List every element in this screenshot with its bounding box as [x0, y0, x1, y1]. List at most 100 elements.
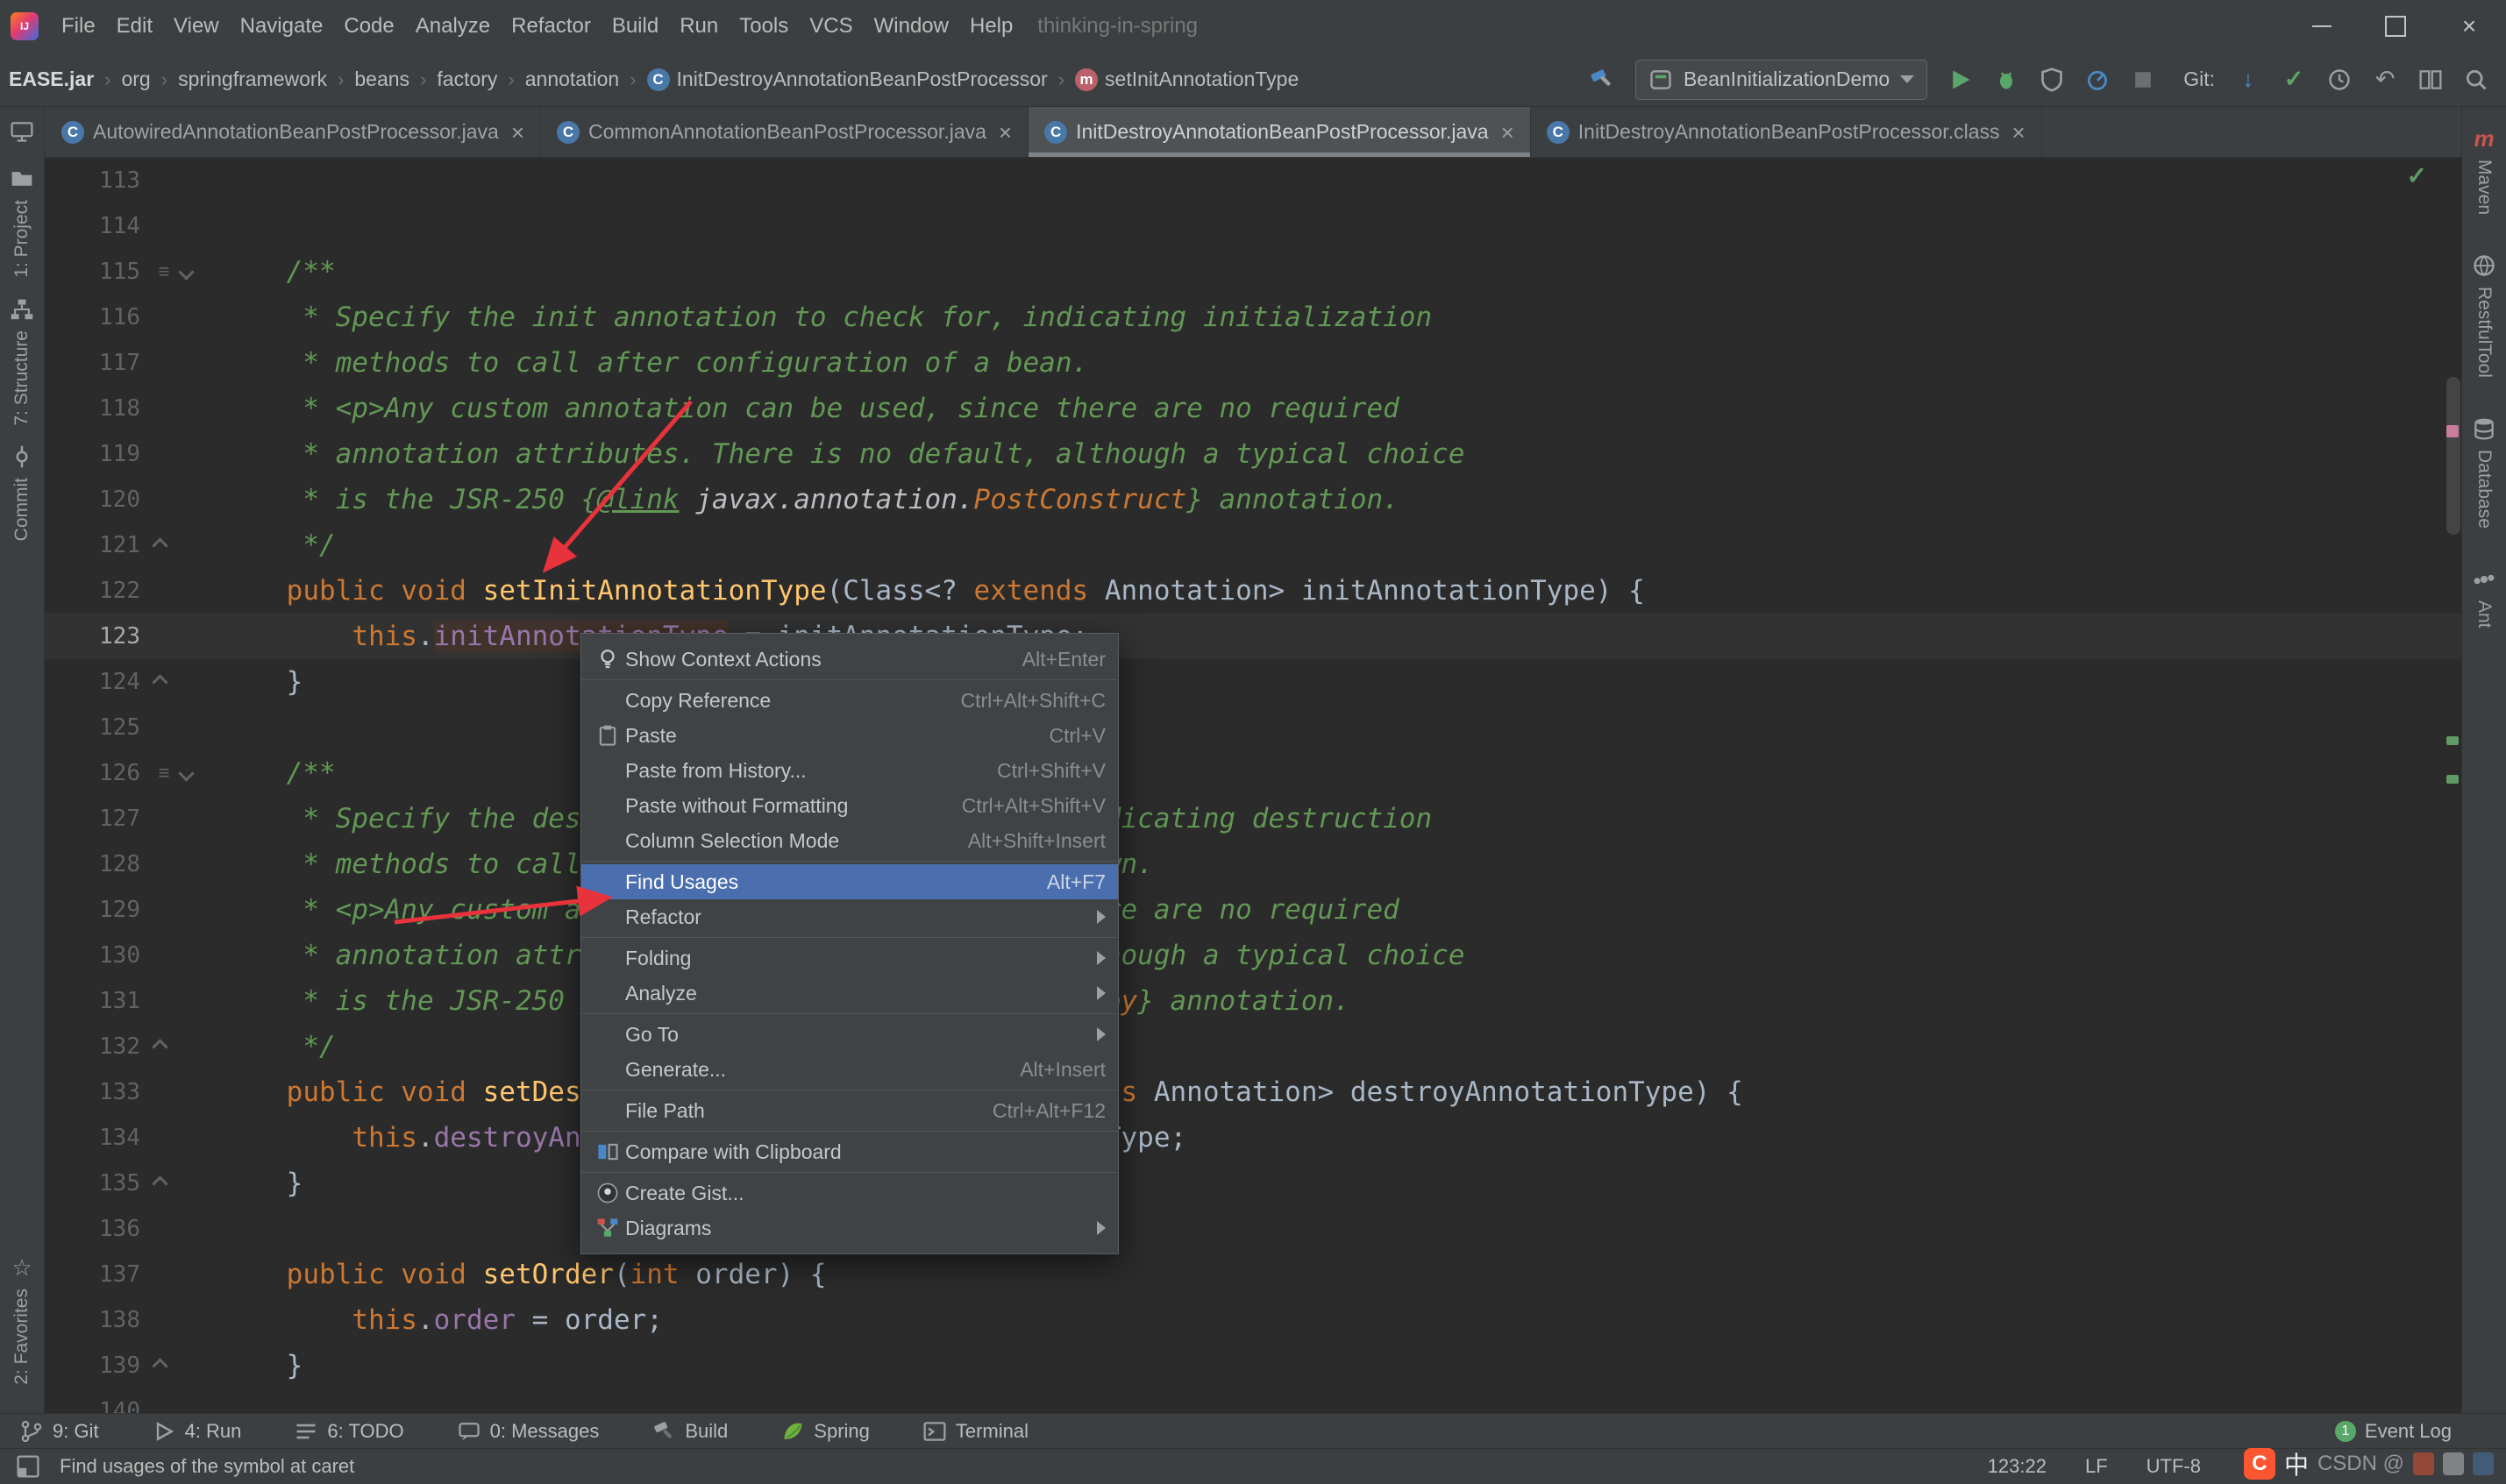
coverage-button[interactable]: [2040, 67, 2064, 92]
code-line[interactable]: 123 this.initAnnotationType = initAnnota…: [44, 614, 2462, 659]
gutter[interactable]: [144, 1360, 221, 1372]
close-tab-icon[interactable]: ×: [1501, 121, 1514, 144]
tool-stripe-commit[interactable]: Commit: [10, 444, 34, 541]
breadcrumb-item[interactable]: org: [119, 64, 152, 95]
code-line[interactable]: 125: [44, 705, 2462, 750]
breadcrumb-item[interactable]: CInitDestroyAnnotationBeanPostProcessor: [645, 64, 1050, 95]
tool-stripe-database[interactable]: Database: [2472, 416, 2496, 529]
scrollbar-thumb[interactable]: [2446, 377, 2460, 535]
code-line[interactable]: 126≡ /**: [44, 750, 2462, 796]
close-button[interactable]: ×: [2432, 0, 2506, 53]
gutter[interactable]: [144, 540, 221, 551]
context-menu-item-folding[interactable]: Folding: [581, 941, 1118, 976]
editor-tab[interactable]: CAutowiredAnnotationBeanPostProcessor.ja…: [46, 107, 541, 157]
context-menu-item-paste-from-history-[interactable]: Paste from History...Ctrl+Shift+V: [581, 753, 1118, 788]
context-menu-item-show-context-actions[interactable]: Show Context ActionsAlt+Enter: [581, 642, 1118, 677]
code-line[interactable]: 134 this.destroyAnnotationType = destroy…: [44, 1115, 2462, 1161]
tool-windows-widget[interactable]: [10, 119, 34, 144]
toolwindow-button-build[interactable]: Build: [651, 1419, 728, 1444]
context-menu-item-paste-without-formatting[interactable]: Paste without FormattingCtrl+Alt+Shift+V: [581, 788, 1118, 823]
menu-tools[interactable]: Tools: [729, 0, 799, 53]
editor[interactable]: 113114115≡ /**116 * Specify the init ann…: [44, 158, 2462, 1413]
menu-analyze[interactable]: Analyze: [405, 0, 501, 53]
gutter[interactable]: [144, 677, 221, 688]
editor-tab[interactable]: CInitDestroyAnnotationBeanPostProcessor.…: [1029, 107, 1531, 157]
code-line[interactable]: 133 public void setDestroyAnnotationType…: [44, 1069, 2462, 1115]
tool-stripe-2-favorites[interactable]: ☆2: Favorites: [10, 1255, 34, 1385]
toolwindow-button-4-run[interactable]: 4: Run: [152, 1419, 242, 1444]
code-line[interactable]: 118 * <p>Any custom annotation can be us…: [44, 386, 2462, 431]
code-line[interactable]: 114: [44, 203, 2462, 249]
tool-stripe-7-structure[interactable]: 7: Structure: [10, 297, 34, 426]
caret-position[interactable]: 123:22: [1988, 1455, 2047, 1478]
gutter[interactable]: ≡: [144, 262, 221, 281]
vcs-history-button[interactable]: [2327, 67, 2352, 92]
code-line[interactable]: 116 * Specify the init annotation to che…: [44, 295, 2462, 340]
context-menu-item-create-gist-[interactable]: Create Gist...: [581, 1175, 1118, 1211]
breadcrumb-item[interactable]: EASE.jar: [7, 64, 96, 95]
editor-tab[interactable]: CCommonAnnotationBeanPostProcessor.java×: [541, 107, 1029, 157]
build-project-button[interactable]: [1590, 67, 1614, 92]
fold-collapse-icon[interactable]: [152, 1175, 167, 1191]
editor-tab[interactable]: CInitDestroyAnnotationBeanPostProcessor.…: [1531, 107, 2042, 157]
code-line[interactable]: 136: [44, 1206, 2462, 1252]
debug-button[interactable]: [1994, 67, 2018, 92]
inspections-ok-icon[interactable]: ✓: [2407, 161, 2427, 190]
gutter[interactable]: [144, 1041, 221, 1053]
code-line[interactable]: 140: [44, 1388, 2462, 1413]
toolwindow-button-terminal[interactable]: Terminal: [922, 1419, 1029, 1444]
context-menu-item-paste[interactable]: PasteCtrl+V: [581, 718, 1118, 753]
context-menu-item-file-path[interactable]: File PathCtrl+Alt+F12: [581, 1093, 1118, 1128]
menu-window[interactable]: Window: [864, 0, 959, 53]
context-menu-item-analyze[interactable]: Analyze: [581, 976, 1118, 1011]
breadcrumb-item[interactable]: annotation: [523, 64, 621, 95]
code-line[interactable]: 120 * is the JSR-250 {@link javax.annota…: [44, 477, 2462, 522]
minimize-button[interactable]: [2285, 0, 2359, 53]
code-line[interactable]: 117 * methods to call after configuratio…: [44, 340, 2462, 386]
tool-stripe-restfultool[interactable]: RestfulTool: [2472, 253, 2496, 378]
fold-collapse-icon[interactable]: [152, 674, 167, 690]
fold-collapse-icon[interactable]: [152, 1039, 167, 1054]
event-log-button[interactable]: 1 Event Log: [2335, 1420, 2487, 1443]
close-tab-icon[interactable]: ×: [511, 121, 524, 144]
breadcrumb-item[interactable]: factory: [435, 64, 499, 95]
gutter[interactable]: [144, 1178, 221, 1189]
code-line[interactable]: 129 * <p>Any custom annotation can be us…: [44, 887, 2462, 933]
code-line[interactable]: 113: [44, 158, 2462, 203]
search-everywhere-button[interactable]: [2464, 67, 2488, 92]
line-separator[interactable]: LF: [2085, 1455, 2108, 1478]
code-line[interactable]: 127 * Specify the destroy annotation to …: [44, 796, 2462, 841]
menu-view[interactable]: View: [163, 0, 230, 53]
menu-edit[interactable]: Edit: [106, 0, 163, 53]
menu-navigate[interactable]: Navigate: [230, 0, 334, 53]
breadcrumb-item[interactable]: beans: [352, 64, 411, 95]
menu-refactor[interactable]: Refactor: [501, 0, 602, 53]
run-config-select[interactable]: BeanInitializationDemo: [1635, 60, 1927, 100]
context-menu-item-diagrams[interactable]: Diagrams: [581, 1211, 1118, 1246]
code-line[interactable]: 122 public void setInitAnnotationType(Cl…: [44, 568, 2462, 614]
context-menu-item-refactor[interactable]: Refactor: [581, 899, 1118, 934]
toolwindow-button-0-messages[interactable]: 0: Messages: [457, 1419, 600, 1444]
code-line[interactable]: 124 }: [44, 659, 2462, 705]
code-line[interactable]: 131 * is the JSR-250 {@link javax.annota…: [44, 978, 2462, 1024]
tool-stripe-ant[interactable]: Ant: [2472, 567, 2496, 628]
menu-build[interactable]: Build: [602, 0, 669, 53]
menu-help[interactable]: Help: [959, 0, 1023, 53]
fold-collapse-icon[interactable]: [152, 1358, 167, 1374]
context-menu-item-find-usages[interactable]: Find UsagesAlt+F7: [581, 864, 1118, 899]
menu-code[interactable]: Code: [333, 0, 404, 53]
toolwindow-button-9-git[interactable]: 9: Git: [19, 1419, 99, 1444]
maximize-button[interactable]: [2359, 0, 2432, 53]
fold-expand-icon[interactable]: [178, 765, 194, 781]
tool-stripe-maven[interactable]: mMaven: [2472, 126, 2496, 215]
fold-collapse-icon[interactable]: [152, 537, 167, 553]
vcs-update-button[interactable]: ↓: [2236, 67, 2260, 92]
toolwindow-toggle[interactable]: [16, 1454, 40, 1479]
close-tab-icon[interactable]: ×: [999, 121, 1012, 144]
code-area[interactable]: 113114115≡ /**116 * Specify the init ann…: [44, 158, 2462, 1413]
code-line[interactable]: 121 */: [44, 522, 2462, 568]
toolwindow-button-6-todo[interactable]: 6: TODO: [294, 1419, 403, 1444]
code-line[interactable]: 132 */: [44, 1024, 2462, 1069]
breadcrumb-item[interactable]: msetInitAnnotationType: [1073, 64, 1300, 95]
context-menu-item-column-selection-mode[interactable]: Column Selection ModeAlt+Shift+Insert: [581, 823, 1118, 858]
